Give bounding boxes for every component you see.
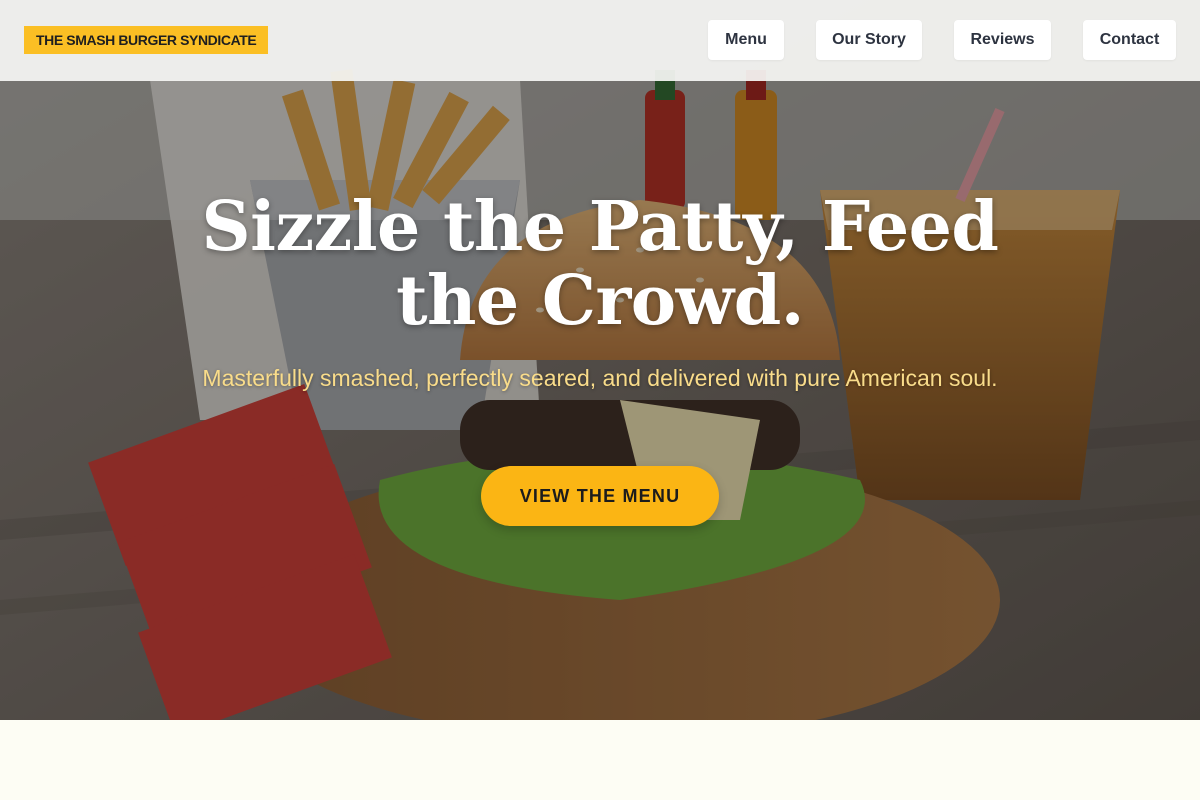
hero-section xyxy=(0,0,1200,720)
nav-our-story-button[interactable]: Our Story xyxy=(816,20,922,60)
nav-menu-button[interactable]: Menu xyxy=(708,20,784,60)
hero-subheadline: Masterfully smashed, perfectly seared, a… xyxy=(202,365,998,391)
nav-contact-button[interactable]: Contact xyxy=(1083,20,1176,60)
nav-reviews-button[interactable]: Reviews xyxy=(954,20,1051,60)
site-logo[interactable]: THE SMASH BURGER SYNDICATE xyxy=(24,26,269,54)
hero-overlay xyxy=(0,0,1200,720)
view-menu-button[interactable]: VIEW THE MENU xyxy=(481,466,719,526)
site-header: THE SMASH BURGER SYNDICATE Menu Our Stor… xyxy=(0,0,1200,81)
content-section xyxy=(0,720,1200,800)
landing-page: THE SMASH BURGER SYNDICATE Menu Our Stor… xyxy=(0,0,1200,800)
hero-headline: Sizzle the Patty, Feed the Crowd. xyxy=(201,187,999,341)
